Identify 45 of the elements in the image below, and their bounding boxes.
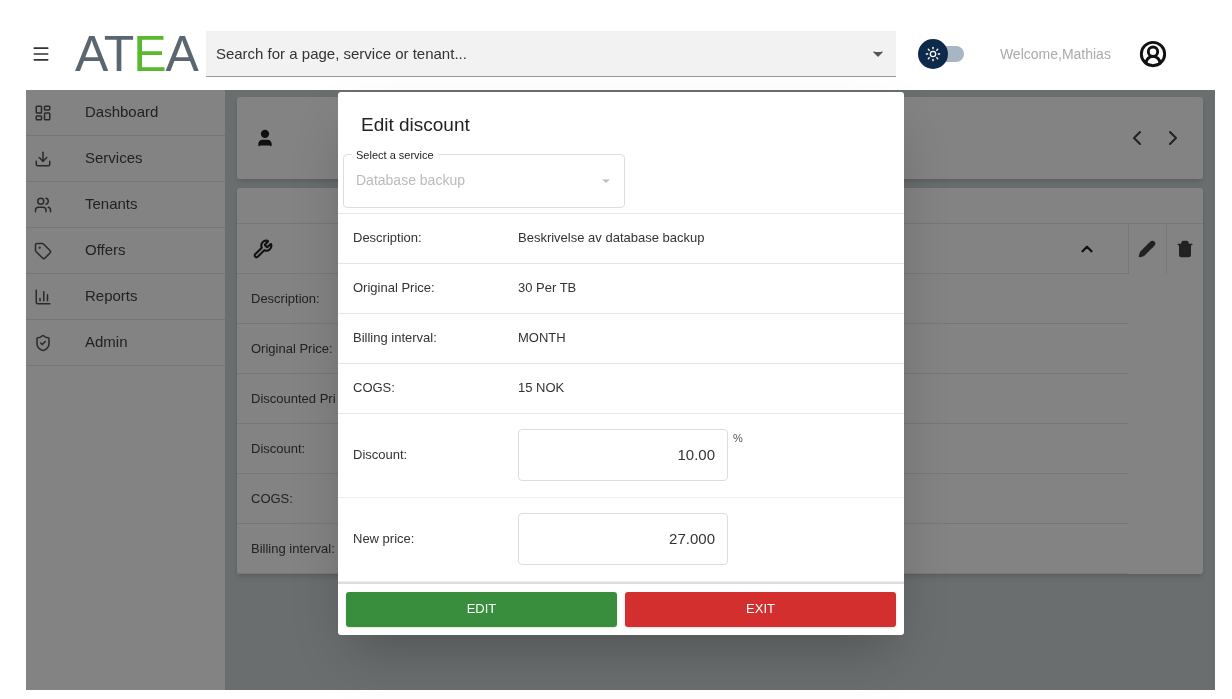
shield-icon: [34, 333, 52, 352]
field-label: Description:: [251, 289, 320, 308]
account-icon[interactable]: [1138, 40, 1167, 68]
info-value: 15 NOK: [518, 379, 565, 398]
dialog-title: Edit discount: [361, 113, 471, 137]
tools-icon: [253, 238, 273, 259]
input-label: New price:: [353, 530, 416, 549]
sidebar-item[interactable]: Dashboard: [26, 90, 225, 136]
info-label: Original Price:: [353, 279, 436, 298]
edit-icon[interactable]: [1138, 240, 1157, 258]
info-label: Billing interval:: [353, 329, 438, 348]
sidebar-item[interactable]: Admin: [26, 320, 225, 366]
sun-icon: [924, 46, 941, 62]
download-icon: [34, 149, 52, 168]
menu-icon[interactable]: [31, 44, 51, 64]
welcome-text: Welcome,Mathias: [999, 44, 1111, 64]
info-label: COGS:: [353, 379, 396, 398]
people-icon: [34, 195, 52, 214]
field-label: Discounted Pri: [251, 389, 336, 408]
cancel-button[interactable]: EXIT: [625, 591, 896, 627]
sidebar-item[interactable]: Offers: [26, 228, 225, 274]
info-value: Beskrivelse av database backup: [518, 229, 705, 248]
field-label: Discount:: [251, 439, 306, 458]
theme-toggle[interactable]: [917, 40, 964, 68]
number-field[interactable]: 10.00: [518, 429, 728, 481]
sidebar-item[interactable]: Reports: [26, 274, 225, 320]
field-label: COGS:: [251, 489, 293, 508]
confirm-button[interactable]: EDIT: [346, 591, 617, 627]
person-icon: [255, 128, 275, 148]
logo: ATEA: [75, 29, 198, 79]
sidebar-item[interactable]: Tenants: [26, 182, 225, 228]
bar-chart-icon: [34, 287, 52, 306]
tag-icon: [34, 241, 52, 260]
info-value: 30 Per TB: [518, 279, 577, 298]
sidebar-item[interactable]: Services: [26, 136, 225, 182]
input-label: Discount:: [353, 446, 409, 465]
unit-label: %: [733, 430, 743, 446]
field-label: Original Price:: [251, 339, 333, 358]
number-field[interactable]: 27.000: [518, 513, 728, 565]
dashboard-icon: [34, 103, 52, 122]
info-label: Description:: [353, 229, 423, 248]
info-value: MONTH: [518, 329, 566, 348]
field-label: Billing interval:: [251, 539, 335, 558]
search-field[interactable]: Search for a page, service or tenant...: [205, 31, 896, 77]
delete-icon[interactable]: [1175, 240, 1194, 258]
